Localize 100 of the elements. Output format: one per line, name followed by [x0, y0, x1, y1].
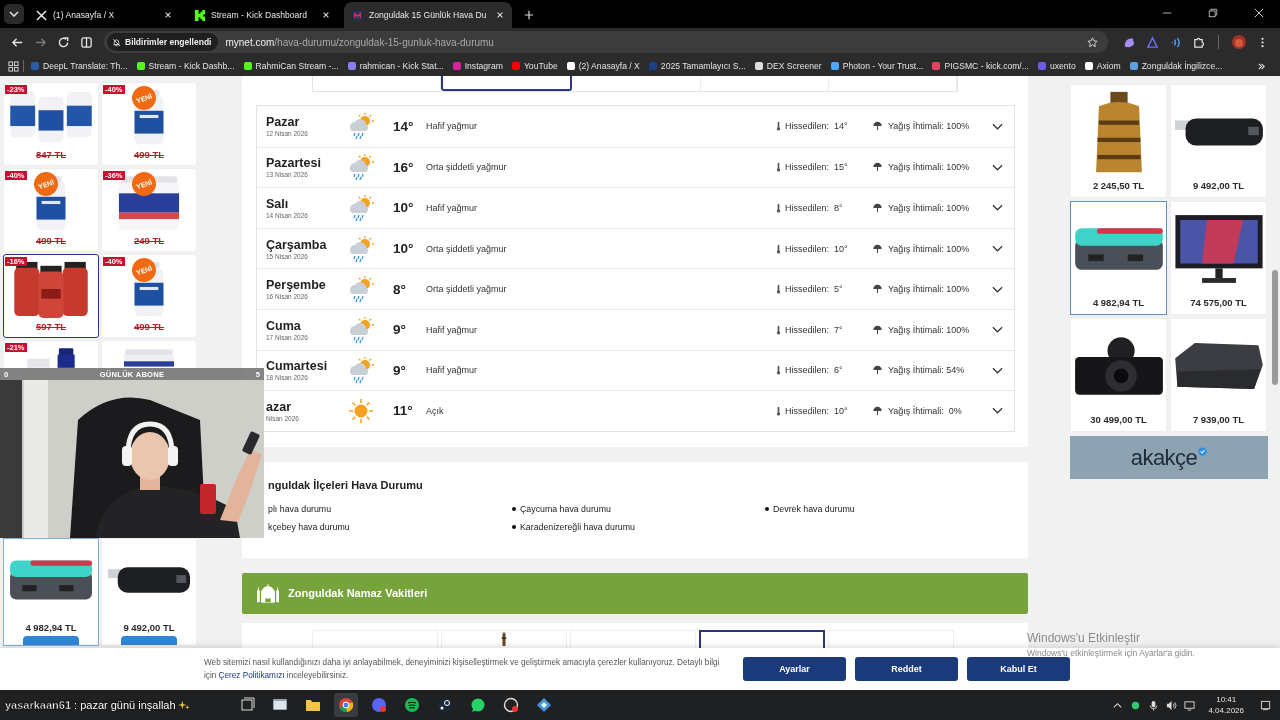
split-view-icon[interactable] — [80, 35, 93, 49]
chevron-down-icon[interactable] — [992, 122, 1003, 130]
browser-tab[interactable]: Stream - Kick Dashboard — [186, 2, 338, 28]
status-dot-icon[interactable] — [1129, 699, 1141, 711]
notification-chip[interactable]: Bildirimler engellendi — [107, 33, 219, 51]
star-icon[interactable] — [1087, 36, 1098, 48]
feels-like-text: Hissedilen: 10° — [785, 243, 848, 254]
music-app-icon[interactable] — [403, 697, 420, 713]
bookmark-icon — [1036, 61, 1047, 71]
bookmark[interactable]: Photon - Your Trust... — [842, 61, 924, 71]
district-link[interactable]: Karadenizereğli hava durumu — [520, 521, 635, 532]
game-store-icon[interactable] — [436, 697, 453, 713]
close-icon[interactable] — [322, 11, 330, 19]
bookmark[interactable]: Axiom — [1096, 61, 1121, 71]
microphone-icon[interactable] — [1147, 699, 1159, 711]
window-icon[interactable] — [271, 697, 288, 713]
app-icon[interactable] — [535, 697, 552, 713]
new-tab-icon[interactable] — [524, 10, 534, 20]
product-card[interactable]: 4 982,94 TL — [1070, 201, 1167, 315]
browser-tab[interactable]: Zonguldak 15 Günlük Hava Du — [344, 2, 512, 28]
umbrella-icon — [872, 203, 883, 213]
task-view-icon[interactable] — [238, 697, 255, 713]
bookmark[interactable]: Instagram — [464, 61, 503, 71]
apps-grid-icon[interactable] — [8, 60, 19, 72]
notification-icon[interactable] — [1259, 699, 1271, 711]
scrollbar-thumb[interactable] — [1272, 270, 1278, 385]
clock-date[interactable]: 4.04.2026 — [1208, 705, 1244, 716]
address-bar[interactable]: Bildirimler engellendi mynet.com/hava-durumu/zonguldak-15-gunluk-hava-durumu — [104, 31, 1108, 53]
clock-time[interactable]: 10:41 — [1216, 694, 1237, 705]
cookie-button[interactable]: Kabul Et — [967, 657, 1070, 681]
ad-banner[interactable]: akakçe — [1070, 436, 1268, 479]
thermometer-icon — [776, 243, 781, 254]
url-text[interactable]: mynet.com/hava-durumu/zonguldak-15-gunluk-hava-durumu — [225, 36, 494, 48]
product-card[interactable]: 2 245,50 TL — [1070, 84, 1167, 198]
puzzle-icon[interactable] — [1192, 35, 1205, 49]
product-card[interactable]: 4 982,94 TL — [3, 538, 99, 646]
bookmark[interactable]: DEX Screener — [766, 61, 822, 71]
district-link[interactable]: Devrek hava durumu — [773, 503, 855, 514]
signal-waves-icon[interactable] — [1169, 35, 1182, 49]
avatar-icon[interactable] — [1231, 34, 1247, 50]
minaret-icon — [500, 631, 508, 646]
feels-like-text: Hissedilen: 7° — [785, 324, 843, 335]
close-icon[interactable] — [496, 11, 504, 19]
product-price: 499 TL — [133, 321, 165, 332]
browser-tab[interactable]: (1) Anasayfa / X — [28, 2, 180, 28]
umbrella-icon — [872, 162, 883, 173]
bookmark-icon — [1083, 61, 1094, 71]
tab-search-button[interactable] — [4, 4, 24, 24]
bookmark[interactable]: RahmiCan Stream -... — [255, 61, 339, 71]
product-card[interactable]: 30 499,00 TL — [1070, 318, 1167, 432]
restore-icon[interactable] — [1208, 8, 1218, 18]
triangle-icon[interactable] — [1146, 35, 1159, 49]
bookmark[interactable]: Stream - Kick Dashb... — [148, 61, 235, 71]
product-card[interactable] — [101, 340, 197, 368]
speaker-icon[interactable] — [1165, 699, 1177, 711]
bookmark[interactable]: (2) Anasayfa / X — [578, 61, 640, 71]
district-link[interactable]: Çaycuma hava durumu — [520, 503, 611, 514]
check-badge-icon — [1198, 447, 1208, 456]
reload-icon[interactable] — [57, 35, 70, 49]
bookmark[interactable]: uxento — [1049, 61, 1076, 71]
chevron-down-icon[interactable] — [992, 285, 1003, 293]
policy-link[interactable]: Çerez Politikamızı — [218, 671, 285, 680]
folder-icon[interactable] — [304, 697, 321, 713]
chevron-down-icon[interactable] — [992, 366, 1003, 374]
cookie-button[interactable]: Reddet — [855, 657, 958, 681]
product-card[interactable]: 7 939,00 TL — [1170, 318, 1267, 432]
chat-bubble-icon[interactable] — [469, 697, 486, 713]
thermometer-icon — [776, 365, 781, 376]
chevron-down-icon[interactable] — [992, 407, 1003, 415]
rain-chance-text: Yağış İhtimali: 100% — [888, 203, 970, 213]
chevron-down-icon[interactable] — [992, 245, 1003, 253]
bookmark[interactable]: PIGSMC - kick.com/... — [944, 61, 1029, 71]
chevron-down-icon[interactable] — [992, 204, 1003, 212]
district-link[interactable]: plı hava durumu — [268, 503, 332, 514]
chevron-down-icon[interactable] — [992, 163, 1003, 171]
district-link[interactable]: kçebey hava durumu — [268, 521, 350, 532]
day-name: Salı — [266, 197, 290, 211]
product-card[interactable]: 9 492,00 TL — [1170, 84, 1267, 198]
network-icon[interactable] — [1183, 699, 1195, 711]
cookie-button[interactable]: Ayarlar — [743, 657, 846, 681]
close-icon[interactable] — [1254, 8, 1264, 18]
product-card[interactable]: 9 492,00 TL — [101, 538, 197, 646]
bookmark[interactable]: Zonguldak İngilizce... — [1141, 61, 1223, 71]
chevron-double-icon[interactable] — [1257, 61, 1266, 71]
chevron-down-icon[interactable] — [992, 326, 1003, 334]
bookmark[interactable]: 2025 Tamamlayıcı S... — [660, 61, 746, 71]
weather-description: Orta şiddetli yağmur — [426, 284, 508, 295]
forecast-tab[interactable] — [441, 76, 573, 91]
bookmark[interactable]: rahmican - Kick Stat... — [359, 61, 444, 71]
feels-like-text: Hissedilen: 5° — [785, 284, 843, 295]
bookmark[interactable]: YouTube — [523, 61, 558, 71]
bookmark[interactable]: DeepL Translate: Th... — [43, 61, 128, 71]
product-price: 7 939,00 TL — [1192, 414, 1245, 425]
close-icon[interactable] — [164, 11, 172, 19]
product-price: 847 TL — [35, 149, 67, 160]
temperature: 9° — [393, 322, 407, 338]
browser-icon[interactable] — [333, 693, 358, 717]
bookmark-icon — [753, 61, 764, 71]
product-card[interactable]: 74 575,00 TL — [1170, 201, 1267, 315]
app-icon[interactable] — [502, 697, 519, 713]
